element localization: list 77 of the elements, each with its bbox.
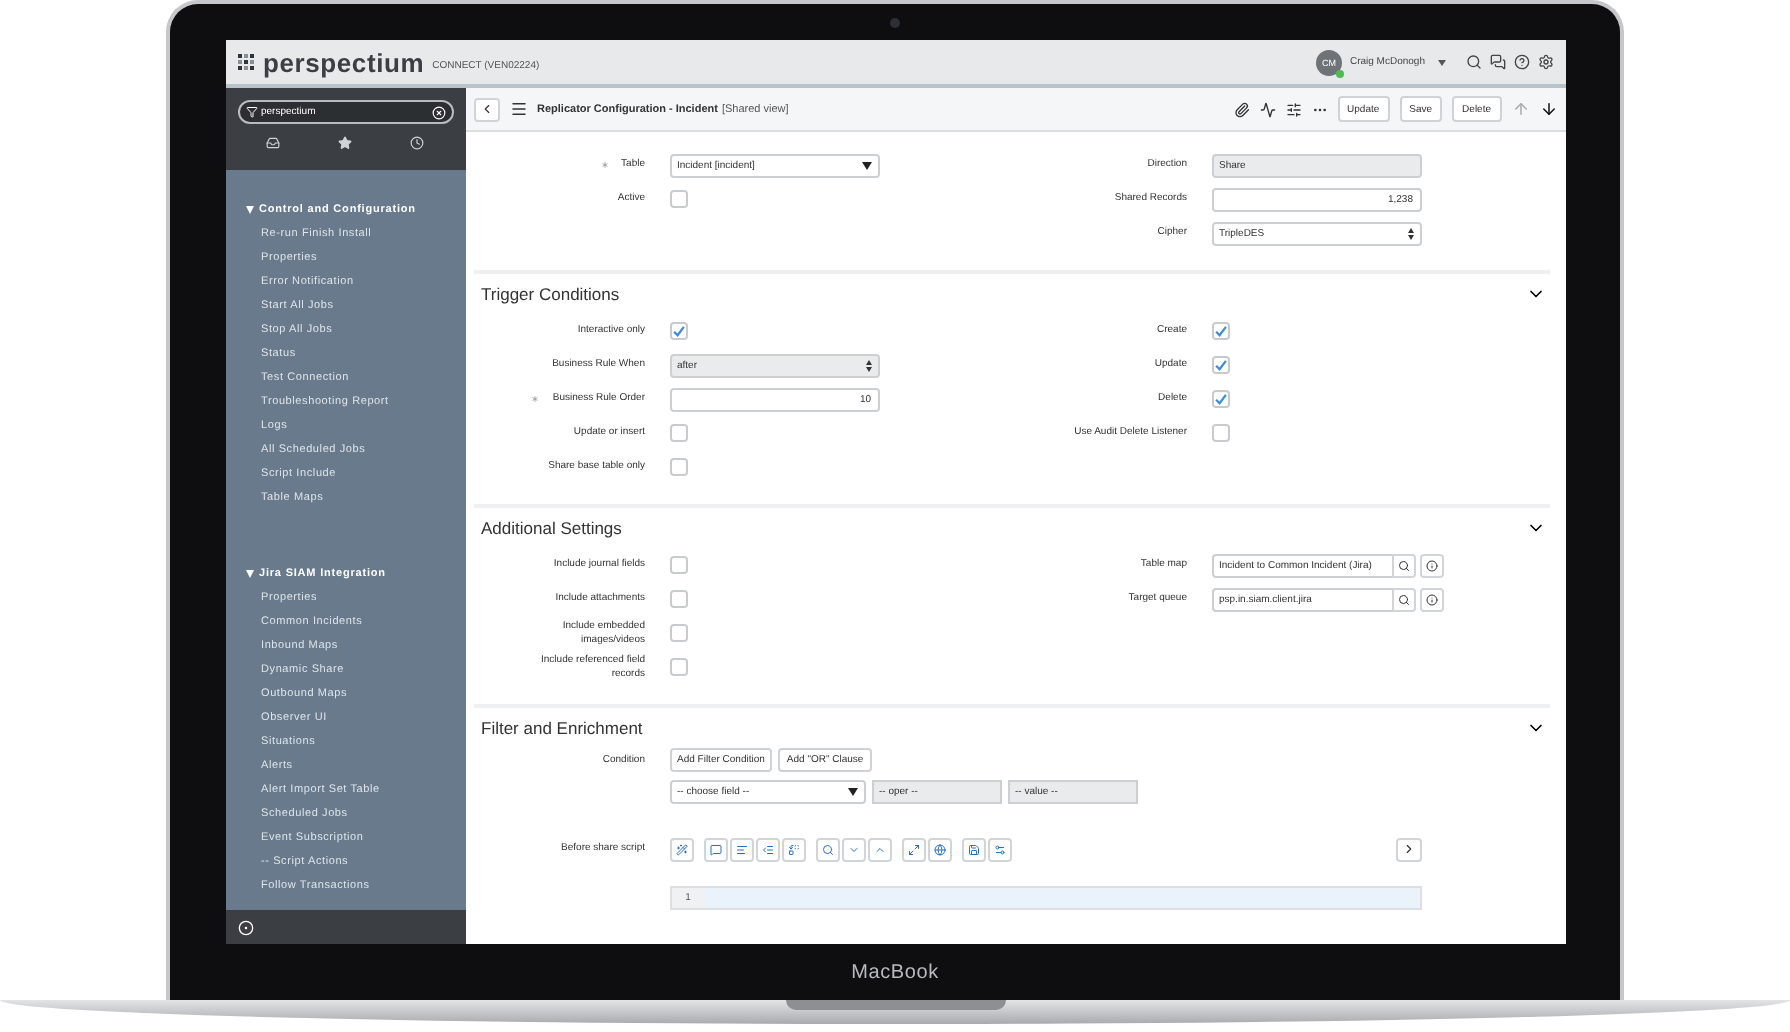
editor-toolbar-button[interactable] xyxy=(703,837,727,861)
paperclip-icon xyxy=(1233,101,1250,117)
section-title: Trigger Conditions xyxy=(481,284,620,304)
editor-toolbar-button[interactable] xyxy=(815,837,839,861)
info-icon xyxy=(1425,593,1437,605)
clear-icon xyxy=(431,105,445,119)
star-icon xyxy=(338,136,352,150)
section-title: Filter and Enrichment xyxy=(481,718,643,738)
editor-toolbar-button[interactable] xyxy=(961,837,985,861)
checkbox[interactable] xyxy=(669,322,687,340)
editor-toolbar-button[interactable] xyxy=(729,837,753,861)
editor-toolbar-button[interactable] xyxy=(781,837,805,861)
globe-icon xyxy=(933,843,945,855)
up-down-caret-icon xyxy=(1407,227,1413,239)
info-button[interactable] xyxy=(1419,553,1443,577)
chevron-up-icon xyxy=(873,843,885,855)
settings-icon xyxy=(1537,54,1553,70)
up-down-caret-icon xyxy=(865,359,871,371)
search-button[interactable] xyxy=(1391,587,1415,611)
clock-icon xyxy=(410,136,424,150)
info-icon xyxy=(1425,559,1437,571)
checkbox[interactable] xyxy=(1211,356,1229,374)
floppy-icon xyxy=(967,843,979,855)
triangle-down-icon[interactable] xyxy=(245,570,253,578)
caret-icon xyxy=(847,788,857,796)
checkbox[interactable] xyxy=(1211,424,1229,442)
device-label: MacBook xyxy=(851,961,939,983)
circle-dot-icon xyxy=(237,919,253,935)
search-icon xyxy=(821,843,833,855)
editor-toolbar-button[interactable] xyxy=(987,837,1011,861)
back-icon xyxy=(479,102,493,116)
check-icon xyxy=(1213,324,1227,338)
indent-icon xyxy=(761,843,773,855)
editor-toolbar-button[interactable] xyxy=(755,837,779,861)
menu-icon xyxy=(509,100,527,118)
check-icon xyxy=(1213,392,1227,406)
checkbox[interactable] xyxy=(669,658,687,676)
editor-toolbar-button[interactable] xyxy=(901,837,925,861)
wand-icon xyxy=(675,843,687,855)
search-icon xyxy=(1465,54,1481,70)
search-icon xyxy=(1397,559,1409,571)
section-title: Additional Settings xyxy=(481,518,622,538)
chevron-down-icon xyxy=(847,843,859,855)
checkbox[interactable] xyxy=(1211,390,1229,408)
editor-toolbar-button[interactable] xyxy=(927,837,951,861)
checkbox[interactable] xyxy=(669,190,687,208)
checkbox[interactable] xyxy=(669,458,687,476)
checkbox[interactable] xyxy=(669,424,687,442)
back-button[interactable] xyxy=(473,97,499,121)
dot-grid-logo-icon xyxy=(237,53,255,71)
editor-toolbar-button[interactable] xyxy=(669,837,693,861)
search-button[interactable] xyxy=(1391,553,1415,577)
search-icon xyxy=(1397,593,1409,605)
sliders-icon xyxy=(1285,101,1302,117)
info-button[interactable] xyxy=(1419,587,1443,611)
check-icon xyxy=(671,324,685,338)
activity-icon xyxy=(1259,101,1276,117)
speech-bubble-icon xyxy=(709,843,721,855)
arrow-down-icon xyxy=(1539,100,1557,118)
chevron-right-icon xyxy=(1401,842,1415,856)
check-icon xyxy=(1213,358,1227,372)
logo-text: perspectium xyxy=(263,47,425,77)
expand-button[interactable] xyxy=(1395,837,1421,861)
caret-icon xyxy=(1437,59,1445,65)
help-icon xyxy=(1513,54,1529,70)
chat-icon xyxy=(1489,54,1505,70)
checkbox[interactable] xyxy=(669,590,687,608)
caret-icon xyxy=(861,161,871,169)
checkbox[interactable] xyxy=(1211,322,1229,340)
arrow-up-icon xyxy=(1511,100,1529,118)
camera-icon xyxy=(890,17,900,27)
checkbox[interactable] xyxy=(669,624,687,642)
align-left-icon xyxy=(735,843,747,855)
filter-icon xyxy=(245,106,257,118)
triangle-down-icon[interactable] xyxy=(245,206,253,214)
inbox-icon xyxy=(266,136,280,150)
checkbox[interactable] xyxy=(669,556,687,574)
